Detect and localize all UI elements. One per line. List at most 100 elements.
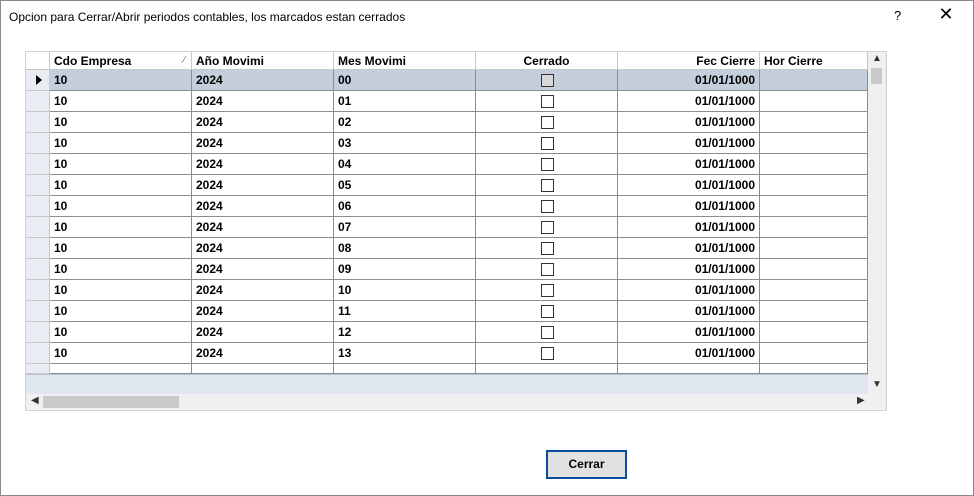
cell-mes[interactable]: 10: [334, 280, 476, 301]
cell-hor[interactable]: [760, 238, 868, 259]
cerrado-checkbox[interactable]: [541, 95, 554, 108]
table-row[interactable]: 10 2024 03 01/01/1000: [26, 133, 868, 154]
cell-empresa[interactable]: 10: [50, 112, 192, 133]
cell-hor[interactable]: [760, 301, 868, 322]
table-row[interactable]: 10 2024 00 01/01/1000: [26, 70, 868, 91]
cerrado-checkbox[interactable]: [541, 179, 554, 192]
cell-anio[interactable]: 2024: [192, 154, 334, 175]
cell-empresa[interactable]: 10: [50, 70, 192, 91]
table-row[interactable]: 10 2024 06 01/01/1000: [26, 196, 868, 217]
cell-mes[interactable]: 02: [334, 112, 476, 133]
cell-empresa[interactable]: 10: [50, 343, 192, 364]
cell-anio[interactable]: 2024: [192, 70, 334, 91]
cerrado-checkbox[interactable]: [541, 158, 554, 171]
scroll-up-icon[interactable]: ▲: [872, 53, 882, 64]
cell-mes[interactable]: 06: [334, 196, 476, 217]
cell-mes[interactable]: 00: [334, 70, 476, 91]
cerrado-checkbox[interactable]: [541, 347, 554, 360]
cell-fec[interactable]: 01/01/1000: [618, 70, 760, 91]
row-selector[interactable]: [26, 217, 50, 238]
table-row[interactable]: 10 2024 10 01/01/1000: [26, 280, 868, 301]
cell-hor[interactable]: [760, 322, 868, 343]
column-header-mes[interactable]: Mes Movimi: [334, 52, 476, 70]
scroll-down-icon[interactable]: ▼: [872, 379, 882, 390]
horizontal-scrollbar[interactable]: ◀ ▶: [26, 394, 885, 410]
cell-anio[interactable]: 2024: [192, 238, 334, 259]
cell-fec[interactable]: 01/01/1000: [618, 259, 760, 280]
cell-empresa[interactable]: 10: [50, 133, 192, 154]
cell-mes[interactable]: 08: [334, 238, 476, 259]
cell-mes[interactable]: 11: [334, 301, 476, 322]
row-selector[interactable]: [26, 70, 50, 91]
cell-fec[interactable]: 01/01/1000: [618, 280, 760, 301]
cell-fec[interactable]: 01/01/1000: [618, 154, 760, 175]
row-selector[interactable]: [26, 196, 50, 217]
scroll-left-icon[interactable]: ◀: [31, 395, 39, 406]
cell-empresa[interactable]: 10: [50, 301, 192, 322]
cell-fec[interactable]: 01/01/1000: [618, 91, 760, 112]
cerrado-checkbox[interactable]: [541, 200, 554, 213]
table-row[interactable]: 10 2024 04 01/01/1000: [26, 154, 868, 175]
column-header-fec-cierre[interactable]: Fec Cierre: [618, 52, 760, 70]
cell-anio[interactable]: 2024: [192, 175, 334, 196]
row-selector[interactable]: [26, 301, 50, 322]
cerrado-checkbox[interactable]: [541, 74, 554, 87]
cell-empresa[interactable]: 10: [50, 238, 192, 259]
scroll-right-icon[interactable]: ▶: [857, 395, 865, 406]
cell-fec[interactable]: 01/01/1000: [618, 196, 760, 217]
row-selector[interactable]: [26, 91, 50, 112]
help-button[interactable]: ?: [894, 8, 901, 23]
cell-mes[interactable]: 13: [334, 343, 476, 364]
row-selector[interactable]: [26, 238, 50, 259]
cell-fec[interactable]: 01/01/1000: [618, 217, 760, 238]
table-row[interactable]: 10 2024 08 01/01/1000: [26, 238, 868, 259]
cell-anio[interactable]: 2024: [192, 133, 334, 154]
cell-anio[interactable]: 2024: [192, 196, 334, 217]
cell-hor[interactable]: [760, 343, 868, 364]
cell-fec[interactable]: 01/01/1000: [618, 343, 760, 364]
cell-fec[interactable]: 01/01/1000: [618, 238, 760, 259]
vertical-scrollbar[interactable]: ▲ ▼: [868, 52, 885, 394]
cell-anio[interactable]: 2024: [192, 280, 334, 301]
cell-empresa[interactable]: 10: [50, 196, 192, 217]
cell-anio[interactable]: 2024: [192, 343, 334, 364]
cell-fec[interactable]: 01/01/1000: [618, 301, 760, 322]
cell-anio[interactable]: 2024: [192, 112, 334, 133]
cerrado-checkbox[interactable]: [541, 326, 554, 339]
table-row[interactable]: 10 2024 12 01/01/1000: [26, 322, 868, 343]
cell-hor[interactable]: [760, 112, 868, 133]
cell-anio[interactable]: 2024: [192, 322, 334, 343]
row-selector[interactable]: [26, 133, 50, 154]
cell-hor[interactable]: [760, 91, 868, 112]
cell-hor[interactable]: [760, 196, 868, 217]
cell-hor[interactable]: [760, 280, 868, 301]
cell-empresa[interactable]: 10: [50, 259, 192, 280]
cerrado-checkbox[interactable]: [541, 221, 554, 234]
table-row[interactable]: 10 2024 09 01/01/1000: [26, 259, 868, 280]
cerrado-checkbox[interactable]: [541, 242, 554, 255]
cell-anio[interactable]: 2024: [192, 259, 334, 280]
cerrado-checkbox[interactable]: [541, 263, 554, 276]
row-selector[interactable]: [26, 343, 50, 364]
cell-empresa[interactable]: 10: [50, 322, 192, 343]
cell-hor[interactable]: [760, 217, 868, 238]
cell-empresa[interactable]: 10: [50, 154, 192, 175]
cell-hor[interactable]: [760, 175, 868, 196]
row-selector[interactable]: [26, 280, 50, 301]
cerrado-checkbox[interactable]: [541, 284, 554, 297]
vertical-scroll-thumb[interactable]: [871, 68, 882, 84]
close-icon[interactable]: ✕: [936, 4, 956, 25]
cell-mes[interactable]: 03: [334, 133, 476, 154]
cell-anio[interactable]: 2024: [192, 301, 334, 322]
cell-fec[interactable]: 01/01/1000: [618, 133, 760, 154]
table-row[interactable]: 10 2024 07 01/01/1000: [26, 217, 868, 238]
table-row[interactable]: 10 2024 11 01/01/1000: [26, 301, 868, 322]
cell-mes[interactable]: 05: [334, 175, 476, 196]
cell-hor[interactable]: [760, 133, 868, 154]
cerrado-checkbox[interactable]: [541, 137, 554, 150]
cell-empresa[interactable]: 10: [50, 91, 192, 112]
cell-mes[interactable]: 01: [334, 91, 476, 112]
cerrado-checkbox[interactable]: [541, 116, 554, 129]
row-selector[interactable]: [26, 259, 50, 280]
cell-mes[interactable]: 07: [334, 217, 476, 238]
